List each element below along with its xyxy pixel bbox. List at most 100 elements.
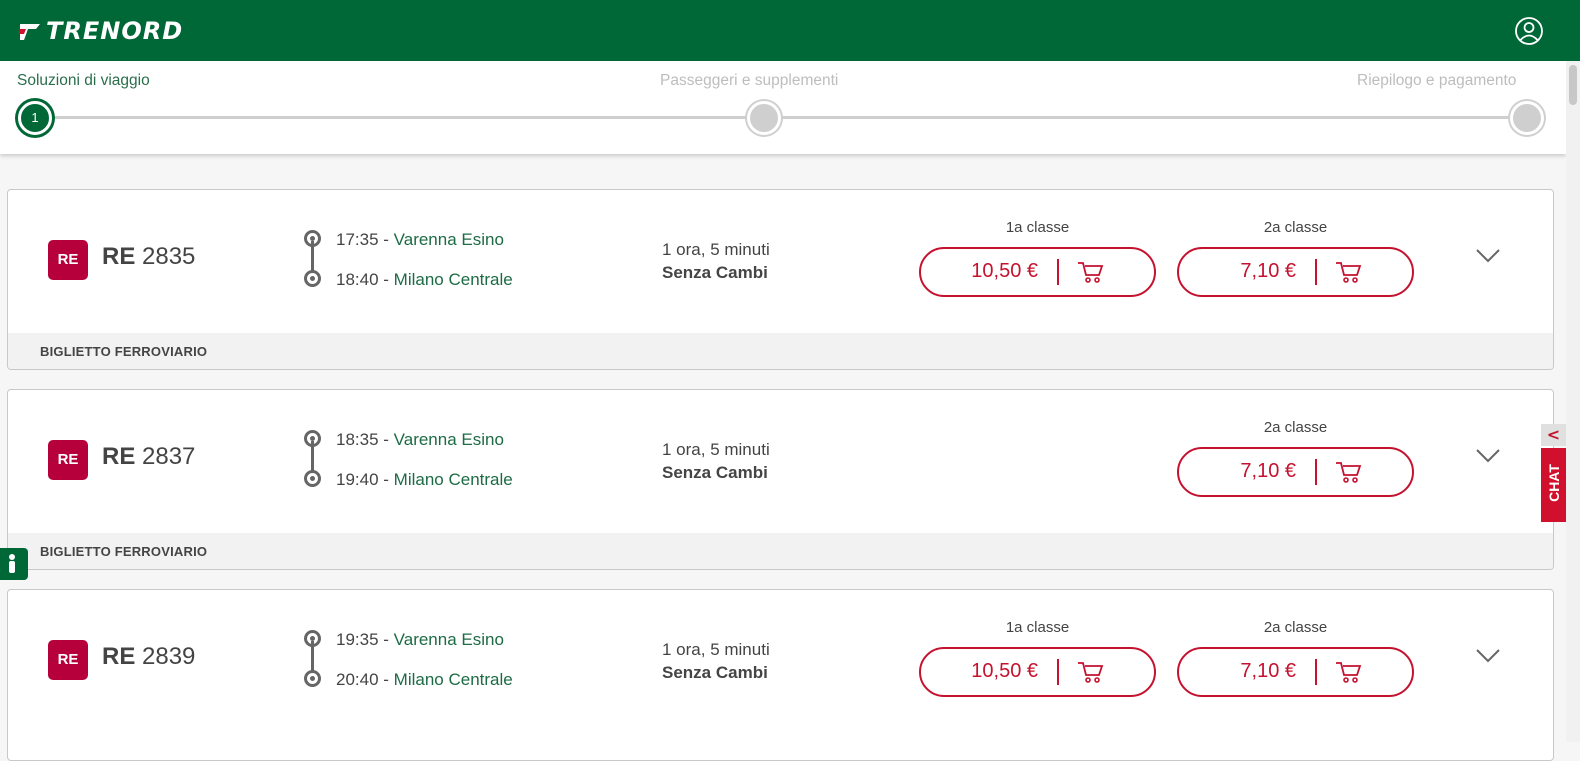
cart-icon [1336,662,1362,683]
arrival-dot-icon [304,670,321,687]
first-class-price-button[interactable]: 10,50 € [919,247,1156,297]
route-line [311,441,314,471]
train-result-card[interactable]: RE RE 2839 19:35 - Varenna Esino 20:40 -… [7,589,1554,761]
trenord-logo[interactable]: TRENORD [18,18,183,44]
first-class-label: 1a classe [1005,619,1070,636]
departure-time: 19:35 [336,630,379,649]
logo-mark-icon [19,24,40,40]
first-class-price-button[interactable]: 10,50 € [919,647,1156,697]
second-class-price-button[interactable]: 7,10 € [1177,447,1414,497]
price-divider [1315,459,1317,485]
chevron-down-icon[interactable] [1475,247,1501,265]
changes-text: Senza Cambi [662,263,768,282]
chevron-down-icon[interactable] [1475,647,1501,665]
chat-label: CHAT [1546,464,1562,502]
departure-stop: 18:35 - Varenna Esino [336,430,504,449]
train-number: 2837 [142,443,196,470]
brand-name: TRENORD [46,17,184,45]
trip-duration: 1 ora, 5 minuti Senza Cambi [662,638,770,684]
route-line [311,641,314,671]
train-type: RE [102,443,136,470]
arrival-stop: 19:40 - Milano Centrale [336,470,513,489]
second-class-label: 2a classe [1263,219,1328,236]
train-name: RE 2837 [102,443,195,471]
card-footer: BIGLIETTO FERROVIARIO [8,333,1553,369]
arrival-station: Milano Centrale [393,470,513,489]
scrollbar-thumb[interactable] [1569,65,1577,105]
departure-time: 17:35 [336,230,379,249]
arrival-time: 20:40 [336,670,379,689]
train-type: RE [102,643,136,670]
ticket-type-label: BIGLIETTO FERROVIARIO [40,344,208,359]
step-dot-3 [1510,101,1544,135]
cart-icon [1078,662,1104,683]
price-amount: 7,10 € [1240,660,1296,682]
trip-duration: 1 ora, 5 minuti Senza Cambi [662,238,770,284]
price-amount: 10,50 € [971,660,1038,682]
second-class-label: 2a classe [1263,419,1328,436]
arrival-stop: 20:40 - Milano Centrale [336,670,513,689]
step-dot-1[interactable]: 1 [18,101,52,135]
duration-text: 1 ora, 5 minuti [662,440,770,459]
chat-button[interactable]: CHAT [1541,448,1566,522]
second-class-price-button[interactable]: 7,10 € [1177,247,1414,297]
price-divider [1315,659,1317,685]
price-amount: 7,10 € [1240,260,1296,282]
departure-station: Varenna Esino [393,630,504,649]
top-header: TRENORD [0,0,1580,61]
price-divider [1057,659,1059,685]
duration-text: 1 ora, 5 minuti [662,240,770,259]
train-type-badge: RE [48,640,88,680]
train-number: 2835 [142,243,196,270]
cart-icon [1336,262,1362,283]
cart-icon [1336,462,1362,483]
chat-collapse-arrow[interactable]: < [1541,424,1566,446]
chevron-down-icon[interactable] [1475,447,1501,465]
step-label-soluzioni[interactable]: Soluzioni di viaggio [17,72,150,90]
step-label-passeggeri: Passeggeri e supplementi [660,72,839,89]
duration-text: 1 ora, 5 minuti [662,640,770,659]
first-class-label: 1a classe [1005,219,1070,236]
price-amount: 7,10 € [1240,460,1296,482]
step-dot-2 [747,101,781,135]
departure-station: Varenna Esino [393,430,504,449]
train-type-badge: RE [48,240,88,280]
route-timeline: 17:35 - Varenna Esino 18:40 - Milano Cen… [304,227,564,297]
route-timeline: 18:35 - Varenna Esino 19:40 - Milano Cen… [304,427,564,497]
price-amount: 10,50 € [971,260,1038,282]
page-scrollbar[interactable] [1566,61,1580,742]
changes-text: Senza Cambi [662,663,768,682]
arrival-dot-icon [304,270,321,287]
second-class-price-button[interactable]: 7,10 € [1177,647,1414,697]
trip-duration: 1 ora, 5 minuti Senza Cambi [662,438,770,484]
train-number: 2839 [142,643,196,670]
departure-time: 18:35 [336,430,379,449]
price-divider [1315,259,1317,285]
card-footer: BIGLIETTO FERROVIARIO [8,533,1553,569]
train-result-card[interactable]: RE RE 2837 18:35 - Varenna Esino 19:40 -… [7,389,1554,570]
changes-text: Senza Cambi [662,463,768,482]
departure-stop: 17:35 - Varenna Esino [336,230,504,249]
departure-stop: 19:35 - Varenna Esino [336,630,504,649]
departure-station: Varenna Esino [393,230,504,249]
route-timeline: 19:35 - Varenna Esino 20:40 - Milano Cen… [304,627,564,697]
price-divider [1057,259,1059,285]
user-circle-icon[interactable] [1514,16,1544,46]
arrival-time: 19:40 [336,470,379,489]
route-line [311,241,314,271]
train-result-card[interactable]: RE RE 2835 17:35 - Varenna Esino 18:40 -… [7,189,1554,370]
arrival-station: Milano Centrale [393,670,513,689]
train-name: RE 2839 [102,643,195,671]
accessibility-icon [9,554,15,573]
arrival-station: Milano Centrale [393,270,513,289]
accessibility-button[interactable] [0,548,28,580]
step-label-riepilogo: Riepilogo e pagamento [1357,72,1517,89]
arrival-dot-icon [304,470,321,487]
ticket-type-label: BIGLIETTO FERROVIARIO [40,544,208,559]
arrival-stop: 18:40 - Milano Centrale [336,270,513,289]
arrival-time: 18:40 [336,270,379,289]
chat-widget-tab[interactable]: < CHAT [1541,424,1566,522]
cart-icon [1078,262,1104,283]
train-type: RE [102,243,136,270]
stepper-track [34,116,1528,119]
